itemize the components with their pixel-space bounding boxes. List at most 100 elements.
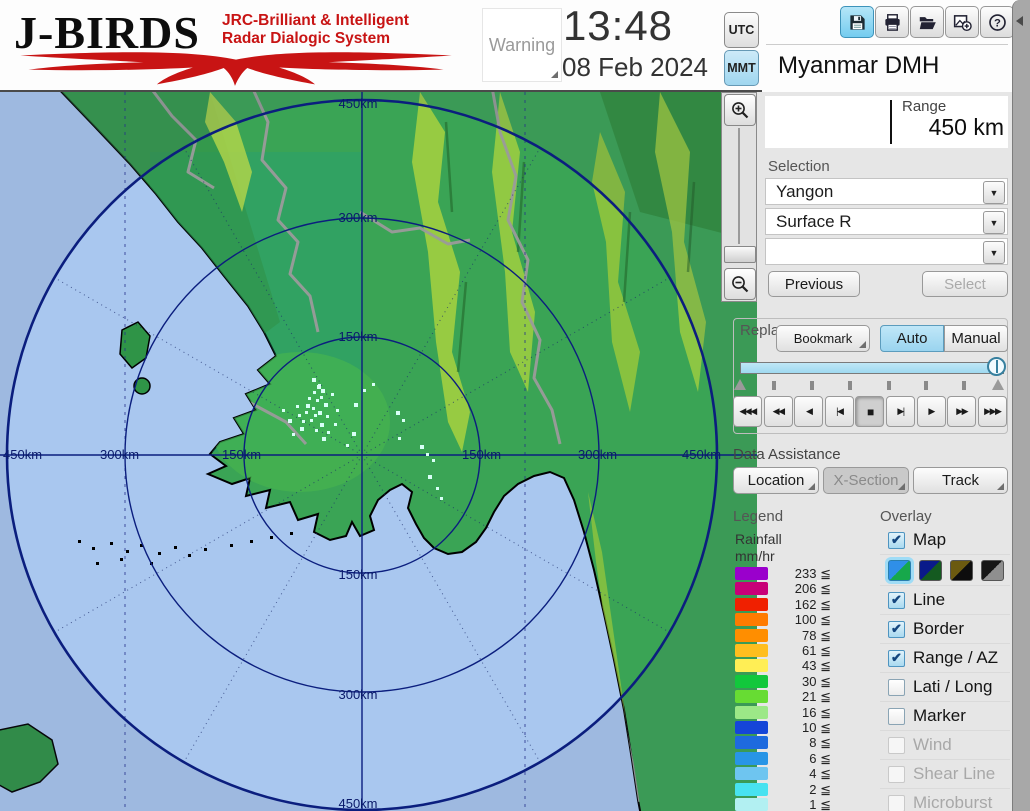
play-forward-button[interactable]: ▶: [917, 396, 946, 427]
fast-forward-3-button[interactable]: ▶▶▶: [978, 396, 1007, 427]
overlay-item-marker[interactable]: Marker: [880, 701, 1010, 730]
overlay-label: Shear Line: [913, 764, 995, 784]
chevron-down-icon[interactable]: ▼: [983, 241, 1005, 264]
overlay-item-shear-line[interactable]: Shear Line: [880, 759, 1010, 788]
radar-echo-cell: [300, 427, 304, 431]
slider-start-marker[interactable]: [734, 379, 746, 390]
station-dropdown[interactable]: Yangon ▼: [765, 178, 1008, 205]
zoom-in-button[interactable]: [724, 94, 756, 126]
utc-label: UTC: [729, 23, 755, 37]
radar-echo-cell: [420, 445, 424, 449]
checkbox-checked[interactable]: ✔: [888, 621, 905, 638]
checkbox-checked[interactable]: ✔: [888, 592, 905, 609]
zoom-out-button[interactable]: [724, 268, 756, 300]
legend-row: 100 ≦: [735, 613, 835, 627]
step-backward-button[interactable]: |◀: [825, 396, 854, 427]
radar-map[interactable]: 450km300km150km450km300km150km150km300km…: [0, 92, 757, 811]
radar-echo-cell: [292, 433, 295, 436]
legend-row: 2 ≦: [735, 783, 835, 797]
legend-row: 8 ≦: [735, 736, 835, 750]
tagline-line1: JRC-Brilliant & Intelligent: [222, 12, 409, 30]
toolbar-divider: [766, 44, 1008, 45]
radar-map-svg[interactable]: 450km300km150km450km300km150km150km300km…: [0, 92, 757, 811]
manual-mode-button[interactable]: Manual: [944, 325, 1008, 352]
product-dropdown[interactable]: Surface R ▼: [765, 208, 1008, 235]
radar-echo-cell: [326, 415, 329, 418]
legend-color-swatch: [735, 644, 768, 657]
replay-slider-thumb[interactable]: [987, 357, 1006, 376]
track-button[interactable]: Track: [913, 467, 1008, 494]
add-image-button[interactable]: [945, 6, 979, 38]
legend-color-swatch: [735, 783, 768, 796]
map-palette-swatch-2[interactable]: [919, 560, 942, 581]
add-image-icon: [953, 13, 972, 32]
legend-color-swatch: [735, 629, 768, 642]
zoom-slider-track[interactable]: [738, 128, 740, 244]
checkbox-checked[interactable]: ✔: [888, 650, 905, 667]
overlay-item-border[interactable]: ✔Border: [880, 614, 1010, 643]
checkbox-checked[interactable]: ✔: [888, 532, 905, 549]
ring-label: 150km: [338, 329, 377, 344]
print-button[interactable]: [875, 6, 909, 38]
slider-tick: [810, 381, 814, 390]
fast-rewind-2-button[interactable]: ◀◀: [764, 396, 793, 427]
x-section-button[interactable]: X-Section: [823, 467, 909, 494]
product-dropdown-value: Surface R: [776, 212, 852, 232]
slider-end-marker[interactable]: [992, 379, 1004, 390]
legend-value: 162 ≦: [771, 597, 831, 613]
ring-label: 150km: [338, 567, 377, 582]
step-forward-button[interactable]: ▶|: [886, 396, 915, 427]
fast-forward-2-button[interactable]: ▶▶: [947, 396, 976, 427]
bookmark-button[interactable]: Bookmark: [776, 325, 870, 352]
save-button[interactable]: [840, 6, 874, 38]
checkbox-unchecked[interactable]: [888, 766, 905, 783]
radar-echo-cell: [315, 429, 318, 432]
overlay-item-range-az[interactable]: ✔Range / AZ: [880, 643, 1010, 672]
legend-value: 233 ≦: [771, 566, 831, 582]
legend-row: 1 ≦: [735, 798, 835, 811]
location-button[interactable]: Location: [733, 467, 819, 494]
overlay-item-microburst[interactable]: Microburst: [880, 788, 1010, 811]
overlay-item-map[interactable]: ✔Map: [880, 526, 1010, 554]
chevron-down-icon[interactable]: ▼: [983, 211, 1005, 234]
legend-value: 43 ≦: [771, 658, 831, 674]
open-folder-button[interactable]: [910, 6, 944, 38]
warning-button[interactable]: Warning: [482, 8, 562, 82]
overlay-item-wind[interactable]: Wind: [880, 730, 1010, 759]
zoom-out-icon: [730, 274, 750, 294]
help-button[interactable]: ?: [980, 6, 1014, 38]
mmt-button[interactable]: MMT: [724, 50, 759, 86]
checkbox-unchecked[interactable]: [888, 795, 905, 811]
play-backward-button[interactable]: ◀: [794, 396, 823, 427]
map-palette-swatch-4[interactable]: [981, 560, 1004, 581]
map-palette-swatch-1[interactable]: [888, 560, 911, 581]
legend-value: 1 ≦: [771, 797, 831, 811]
eagle-logo-icon: [10, 46, 462, 88]
utc-button[interactable]: UTC: [724, 12, 759, 48]
overlay-item-lati-long[interactable]: Lati / Long: [880, 672, 1010, 701]
option-dropdown[interactable]: ▼: [765, 238, 1008, 265]
stop-button[interactable]: ■: [855, 396, 884, 427]
map-palette-swatch-3[interactable]: [950, 560, 973, 581]
data-assistance-label: Data Assistance: [733, 446, 841, 463]
previous-button[interactable]: Previous: [768, 271, 860, 297]
radar-echo-cell: [312, 378, 316, 382]
overlay-heading: Overlay: [880, 508, 932, 525]
radar-echo-cell: [308, 397, 311, 400]
select-button[interactable]: Select: [922, 271, 1008, 297]
checkbox-unchecked[interactable]: [888, 679, 905, 696]
panel-collapse-grip[interactable]: [1012, 0, 1030, 811]
chevron-down-icon[interactable]: ▼: [983, 181, 1005, 204]
replay-progress-slider[interactable]: [740, 362, 1004, 374]
fast-rewind-3-button[interactable]: ◀◀◀: [733, 396, 762, 427]
collapse-arrow-icon: [1016, 16, 1023, 26]
overlay-item-line[interactable]: ✔Line: [880, 585, 1010, 614]
checkbox-unchecked[interactable]: [888, 737, 905, 754]
checkbox-unchecked[interactable]: [888, 708, 905, 725]
legend-value: 30 ≦: [771, 674, 831, 690]
legend-color-swatch: [735, 613, 768, 626]
auto-mode-button[interactable]: Auto: [880, 325, 944, 352]
button-label: Location: [748, 472, 805, 489]
zoom-slider-thumb[interactable]: [724, 246, 756, 263]
legend-value: 21 ≦: [771, 689, 831, 705]
